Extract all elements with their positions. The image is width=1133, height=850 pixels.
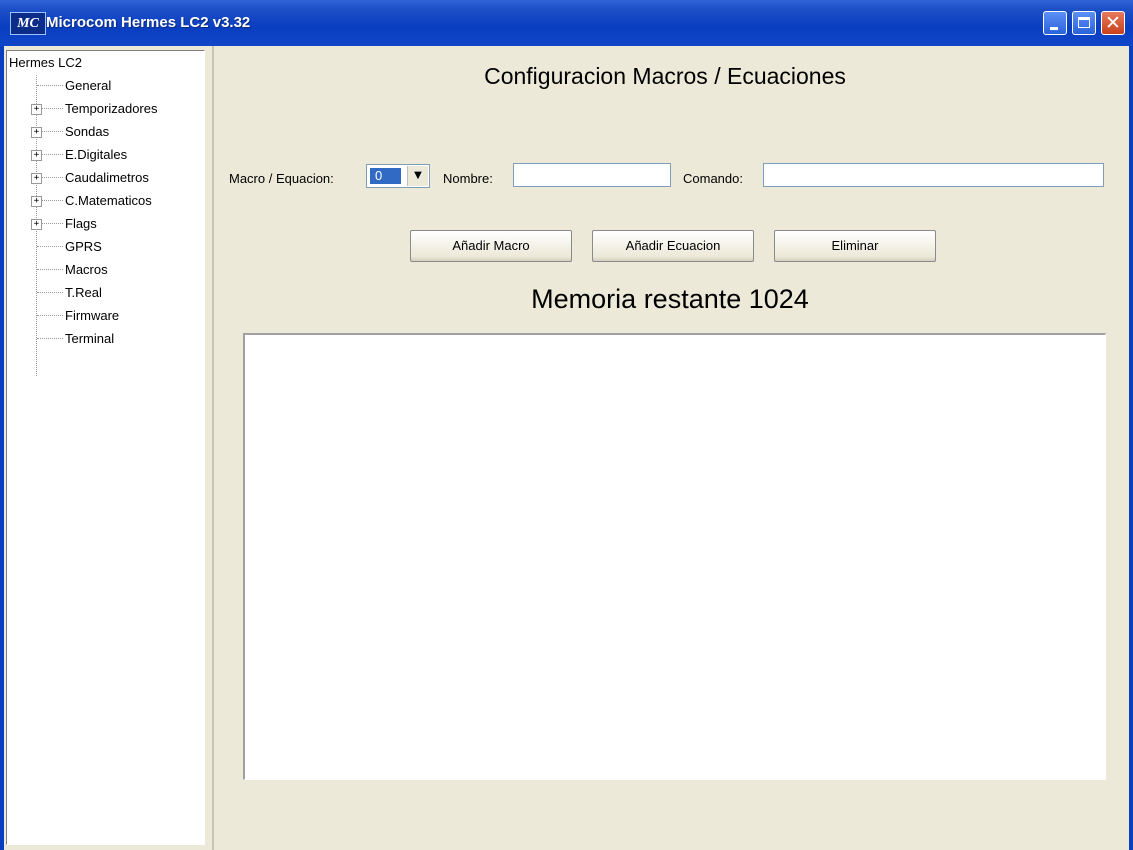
comando-input[interactable] [763, 163, 1104, 187]
tree-connector [37, 85, 63, 86]
minimize-icon [1050, 27, 1058, 30]
remaining-memory-label: Memoria restante 1024 [531, 284, 809, 314]
nombre-input[interactable] [513, 163, 671, 187]
tree-item-label: Macros [65, 262, 108, 277]
add-macro-button[interactable]: Añadir Macro [410, 230, 572, 262]
expand-icon[interactable]: + [31, 173, 42, 184]
tree-item-label: Firmware [65, 308, 120, 323]
tree-connector [37, 269, 63, 270]
close-icon: ✕ [1105, 12, 1121, 34]
tree-item-flags[interactable]: + Flags [7, 214, 197, 234]
tree-connector [37, 338, 63, 339]
app-window: MC Microcom Hermes LC2 v3.32 ✕ Hermes LC… [0, 0, 1133, 850]
maximize-button[interactable] [1072, 11, 1096, 35]
tree-item-label: C.Matematicos [65, 193, 152, 208]
tree-item-label: Temporizadores [65, 101, 158, 116]
window-frame-left [0, 46, 4, 850]
delete-button[interactable]: Eliminar [774, 230, 936, 262]
comando-label: Comando: [683, 171, 743, 186]
tree-connector [37, 315, 63, 316]
macro-list[interactable] [243, 333, 1106, 780]
nombre-label: Nombre: [443, 171, 493, 186]
tree-item-t-real[interactable]: T.Real [7, 283, 197, 303]
title-bar[interactable]: MC Microcom Hermes LC2 v3.32 ✕ [0, 0, 1133, 46]
tree-connector [37, 246, 63, 247]
tree-item-gprs[interactable]: GPRS [7, 237, 197, 257]
tree-item-label: Sondas [65, 124, 110, 139]
chevron-down-icon[interactable]: ▼ [407, 166, 428, 186]
macro-equation-select[interactable]: 0 ▼ [366, 164, 430, 188]
page-title: Configuracion Macros / Ecuaciones [484, 63, 846, 89]
tree-item-label: Caudalimetros [65, 170, 149, 185]
expand-icon[interactable]: + [31, 104, 42, 115]
tree-item-general[interactable]: General [7, 76, 197, 96]
tree-root[interactable]: Hermes LC2 [9, 55, 82, 70]
add-equation-button[interactable]: Añadir Ecuacion [592, 230, 754, 262]
splitter[interactable] [212, 46, 214, 850]
tree-item-label: GPRS [65, 239, 102, 254]
tree-item-macros[interactable]: Macros [7, 260, 197, 280]
tree-item-label: General [65, 78, 112, 93]
window-frame-right [1129, 46, 1133, 850]
app-icon: MC [10, 12, 46, 35]
window-title: Microcom Hermes LC2 v3.32 [46, 14, 251, 31]
tree-item-label: E.Digitales [65, 147, 128, 162]
maximize-icon [1078, 17, 1090, 28]
tree-item-c-matematicos[interactable]: + C.Matematicos [7, 191, 197, 211]
expand-icon[interactable]: + [31, 196, 42, 207]
tree-item-firmware[interactable]: Firmware [7, 306, 197, 326]
navigation-tree[interactable]: Hermes LC2 General + Temporizadores + Sondas… [6, 50, 205, 845]
expand-icon[interactable]: + [31, 127, 42, 138]
close-button[interactable]: ✕ [1101, 11, 1125, 35]
expand-icon[interactable]: + [31, 150, 42, 161]
tree-item-terminal[interactable]: Terminal [7, 329, 197, 349]
tree-item-label: T.Real [65, 285, 102, 300]
minimize-button[interactable] [1043, 11, 1067, 35]
tree-item-temporizadores[interactable]: + Temporizadores [7, 99, 197, 119]
expand-icon[interactable]: + [31, 219, 42, 230]
tree-connector [37, 292, 63, 293]
macro-equation-selected-value: 0 [370, 168, 401, 184]
tree-item-label: Flags [65, 216, 97, 231]
tree-item-label: Terminal [65, 331, 115, 346]
tree-item-e-digitales[interactable]: + E.Digitales [7, 145, 197, 165]
tree-item-sondas[interactable]: + Sondas [7, 122, 197, 142]
macro-equation-label: Macro / Equacion: [229, 171, 334, 186]
tree-item-caudalimetros[interactable]: + Caudalimetros [7, 168, 197, 188]
